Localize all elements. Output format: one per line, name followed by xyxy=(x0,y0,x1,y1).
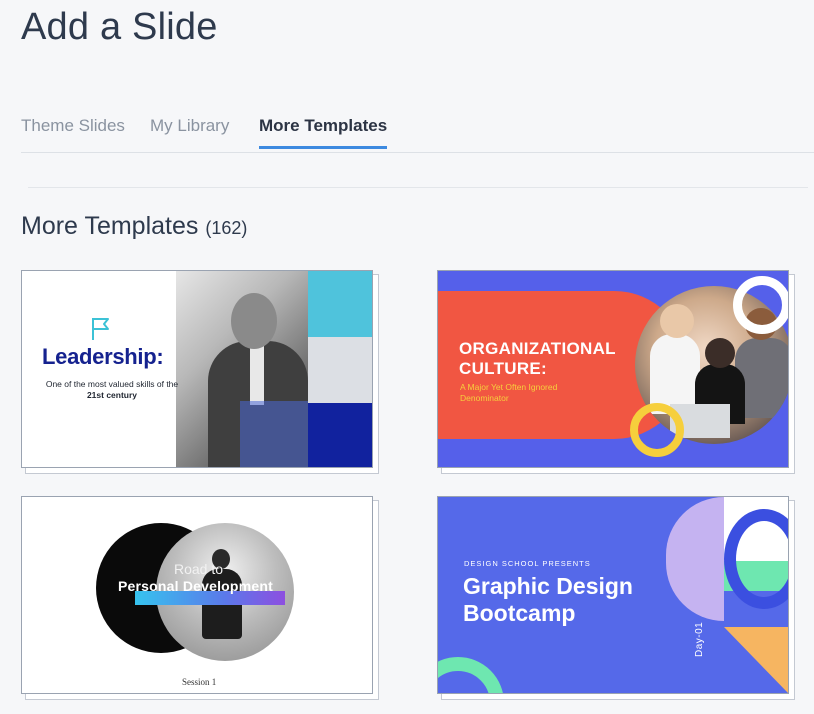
template-card-leadership[interactable]: Leadership: One of the most valued skill… xyxy=(21,270,379,474)
page-title: Add a Slide xyxy=(21,6,218,48)
flag-icon xyxy=(92,318,109,340)
section-divider xyxy=(28,187,808,188)
template-card-organizational-culture[interactable]: ORGANIZATIONAL CULTURE: A Major Yet Ofte… xyxy=(437,270,795,474)
slide-title-line: Road to xyxy=(174,561,224,577)
photo-person-head xyxy=(660,304,694,338)
section-heading: More Templates (162) xyxy=(21,212,247,241)
template-count: (162) xyxy=(205,218,248,238)
slide-title-line: Bootcamp xyxy=(463,600,576,626)
slide-subtitle: A Major Yet Often Ignored Denominator xyxy=(460,382,557,404)
slide-title-line: Graphic Design xyxy=(463,573,633,599)
slide-title: Personal Development xyxy=(118,578,273,594)
slide-title-line: CULTURE: xyxy=(459,359,548,378)
photo-head xyxy=(231,293,277,349)
slide-subtitle-line: A Major Yet Often Ignored xyxy=(460,382,558,392)
section-title: More Templates xyxy=(21,212,199,240)
slide-kicker: DESIGN SCHOOL PRESENTS xyxy=(464,559,591,568)
template-thumbnail: Road to Personal Development Session 1 xyxy=(21,496,373,694)
blue-overlay xyxy=(240,401,308,467)
slide-footer: Session 1 xyxy=(182,677,217,687)
yellow-ring-shape xyxy=(630,403,684,457)
slide-subtitle-text: One of the most valued skills of the xyxy=(45,379,179,389)
navy-block xyxy=(308,403,372,467)
white-ring-shape xyxy=(733,276,788,334)
slide-subtitle: One of the most valued skills of the 21s… xyxy=(42,379,182,401)
template-thumbnail: DESIGN SCHOOL PRESENTS Graphic Design Bo… xyxy=(437,496,789,694)
tab-my-library[interactable]: My Library xyxy=(150,116,229,146)
cyan-block xyxy=(308,271,372,337)
slide-title: Leadership: xyxy=(42,344,164,369)
day-label: Day-01 xyxy=(694,621,705,657)
slide-title-line: ORGANIZATIONAL xyxy=(459,339,616,358)
tab-theme-slides[interactable]: Theme Slides xyxy=(21,116,125,146)
template-card-personal-development[interactable]: Road to Personal Development Session 1 xyxy=(21,496,379,700)
photo-shirt xyxy=(250,345,264,405)
tab-bar: Theme Slides My Library More Templates xyxy=(21,112,814,153)
tab-more-templates[interactable]: More Templates xyxy=(259,116,388,149)
template-card-graphic-design-bootcamp[interactable]: DESIGN SCHOOL PRESENTS Graphic Design Bo… xyxy=(437,496,795,700)
template-thumbnail: ORGANIZATIONAL CULTURE: A Major Yet Ofte… xyxy=(437,270,789,468)
slide-subtitle-line: Denominator xyxy=(460,393,509,403)
slide-subtitle-emphasis: 21st century xyxy=(86,390,138,400)
template-thumbnail: Leadership: One of the most valued skill… xyxy=(21,270,373,468)
slide-title: Graphic Design Bootcamp xyxy=(463,573,633,627)
triangle-shape xyxy=(724,627,788,693)
slide-title: ORGANIZATIONAL CULTURE: xyxy=(459,339,616,379)
grey-block xyxy=(308,337,372,403)
photo-person-head xyxy=(705,338,735,368)
photo-person xyxy=(650,334,700,414)
